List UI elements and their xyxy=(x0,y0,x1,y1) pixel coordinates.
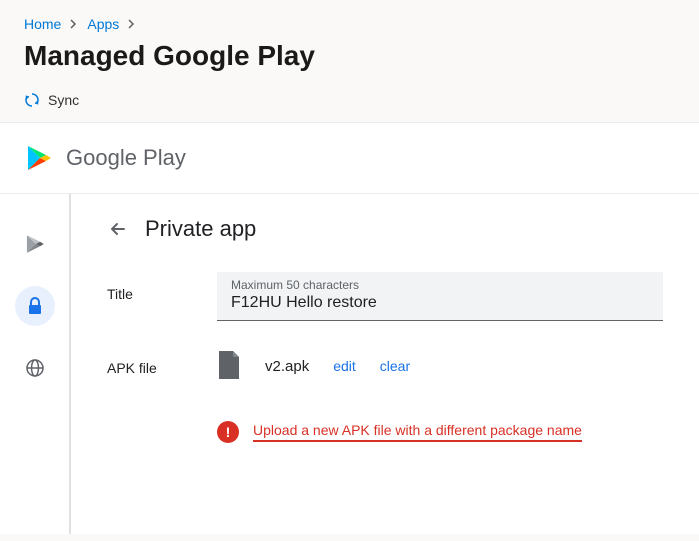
apk-label: APK file xyxy=(107,356,217,376)
title-input[interactable] xyxy=(231,294,649,312)
title-helper: Maximum 50 characters xyxy=(231,278,649,292)
globe-icon xyxy=(25,358,45,378)
apk-value: v2.apk edit clear xyxy=(217,351,410,381)
toolbar: Sync xyxy=(0,82,699,123)
apk-filename: v2.apk xyxy=(265,358,309,375)
google-play-icon xyxy=(24,143,54,173)
chevron-right-icon xyxy=(123,19,141,29)
alert-text: Upload a new APK file with a different p… xyxy=(253,422,582,442)
back-arrow-icon[interactable] xyxy=(107,218,129,240)
title-row: Title Maximum 50 characters xyxy=(107,272,663,321)
content: Private app Title Maximum 50 characters … xyxy=(70,194,699,534)
sidebar-item-private[interactable] xyxy=(15,286,55,326)
apk-clear-link[interactable]: clear xyxy=(380,358,410,374)
sidebar-item-web[interactable] xyxy=(15,348,55,388)
sidebar xyxy=(0,194,70,534)
sync-label: Sync xyxy=(48,92,79,108)
apk-row: APK file v2.apk edit clear xyxy=(107,351,663,381)
chevron-right-icon xyxy=(65,19,83,29)
sync-icon xyxy=(24,92,40,108)
play-store-icon xyxy=(24,233,46,255)
file-icon xyxy=(217,351,241,381)
breadcrumb: Home Apps xyxy=(0,0,699,40)
apk-edit-link[interactable]: edit xyxy=(333,358,356,374)
breadcrumb-apps[interactable]: Apps xyxy=(87,16,119,32)
error-icon: ! xyxy=(217,421,239,443)
title-label: Title xyxy=(107,272,217,302)
page-title: Managed Google Play xyxy=(0,40,699,82)
title-input-wrap[interactable]: Maximum 50 characters xyxy=(217,272,663,321)
alert: ! Upload a new APK file with a different… xyxy=(217,421,663,443)
private-app-heading: Private app xyxy=(145,216,256,242)
sidebar-item-store[interactable] xyxy=(15,224,55,264)
google-play-label: Google Play xyxy=(66,145,186,171)
app-header: Private app xyxy=(107,216,663,242)
sync-button[interactable]: Sync xyxy=(24,92,79,108)
lock-icon xyxy=(26,297,44,315)
main-area: Private app Title Maximum 50 characters … xyxy=(0,194,699,534)
google-play-header: Google Play xyxy=(0,123,699,194)
breadcrumb-home[interactable]: Home xyxy=(24,16,61,32)
